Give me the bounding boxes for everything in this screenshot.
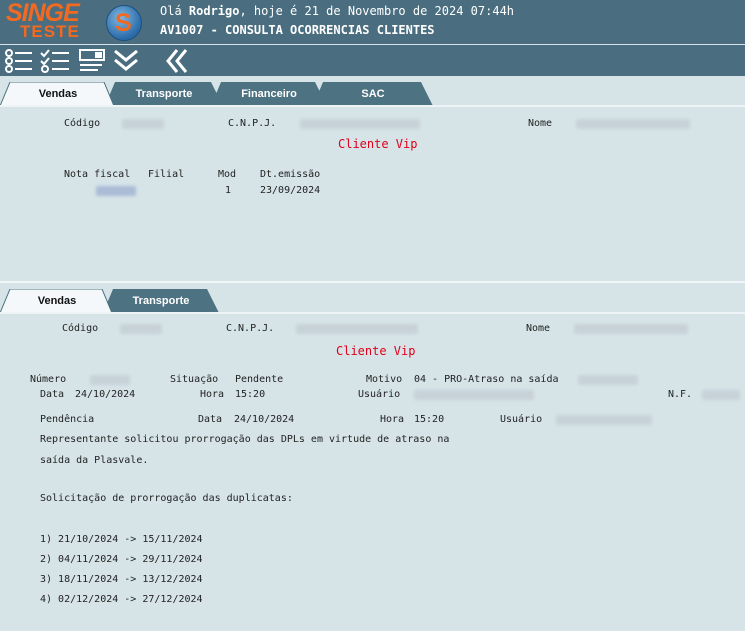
- greeting-user: Rodrigo: [188, 4, 240, 18]
- greeting-prefix: Olá: [160, 4, 189, 18]
- nome-value-redacted: [576, 119, 690, 129]
- nota-fiscal-header: Nota fiscal: [64, 169, 131, 180]
- tab-vendas-label: Vendas: [38, 88, 78, 100]
- pendencia-text-line: saída da Plasvale.: [40, 455, 149, 466]
- situacao-label: Situação: [170, 374, 219, 385]
- tab-vendas-bottom[interactable]: Vendas: [0, 289, 114, 313]
- dt-emissao-value: 23/09/2024: [260, 185, 321, 196]
- motivo-label: Motivo: [366, 374, 403, 385]
- codigo-value-redacted: [122, 119, 164, 129]
- top-tab-bar: SAC Financeiro Transporte Vendas: [0, 82, 745, 106]
- tab-transporte[interactable]: Transporte: [105, 82, 223, 106]
- codigo-value-bottom-redacted: [120, 324, 162, 334]
- numero-label: Número: [30, 374, 67, 385]
- logo-mark-icon: S: [106, 5, 142, 41]
- double-chevron-left-icon[interactable]: [163, 48, 193, 74]
- pendencia-usuario-value-redacted: [556, 415, 652, 425]
- tab-financeiro[interactable]: Financeiro: [211, 82, 327, 106]
- data-label: Data: [40, 389, 65, 400]
- motivo-value: 04 - PRO-Atraso na saída: [414, 374, 559, 385]
- app-header: SINGE TESTE S Olá Rodrigo, hoje é 21 de …: [0, 0, 745, 44]
- panel-separator: [0, 281, 745, 283]
- bottom-panel-border: [0, 312, 745, 314]
- dt-emissao-header: Dt.emissão: [260, 169, 321, 180]
- pendencia-hora-label: Hora: [380, 414, 405, 425]
- pendencia-hora-value: 15:20: [414, 414, 445, 425]
- top-panel-border: [0, 105, 745, 107]
- pendencia-text-line: 2) 04/11/2024 -> 29/11/2024: [40, 554, 203, 565]
- usuario-label: Usuário: [358, 389, 401, 400]
- tab-financeiro-label: Financeiro: [241, 88, 297, 100]
- pendencia-data-label: Data: [198, 414, 223, 425]
- greeting: Olá Rodrigo, hoje é 21 de Novembro de 20…: [160, 4, 514, 18]
- greeting-date: , hoje é 21 de Novembro de 2024 07:44h: [239, 4, 515, 18]
- mod-header: Mod: [218, 169, 237, 180]
- tab-sac-label: SAC: [361, 88, 385, 100]
- nome-label: Nome: [528, 118, 553, 129]
- numero-value-redacted: [90, 375, 130, 385]
- situacao-value: Pendente: [235, 374, 284, 385]
- double-chevron-down-icon[interactable]: [112, 48, 142, 74]
- mod-value: 1: [225, 185, 232, 196]
- tab-transporte-bottom[interactable]: Transporte: [103, 289, 219, 313]
- logo-subtitle: TESTE: [20, 22, 80, 41]
- pendencia-text-line: 3) 18/11/2024 -> 13/12/2024: [40, 574, 203, 585]
- pendencia-usuario-label: Usuário: [500, 414, 543, 425]
- nome-value-bottom-redacted: [574, 324, 688, 334]
- pendencia-text-line: 1) 21/10/2024 -> 15/11/2024: [40, 534, 203, 545]
- screen-title: AV1007 - CONSULTA OCORRENCIAS CLIENTES: [160, 23, 435, 37]
- tab-sac[interactable]: SAC: [313, 82, 433, 106]
- usuario-value-redacted: [414, 390, 534, 400]
- tab-transporte-label: Transporte: [135, 88, 193, 100]
- tab-transporte-bottom-label: Transporte: [132, 295, 190, 307]
- pendencia-text-line: Solicitação de prorrogação das duplicata…: [40, 493, 293, 504]
- logo-mark-letter: S: [115, 9, 132, 37]
- nf-value-redacted: [702, 390, 740, 400]
- filial-header: Filial: [148, 169, 185, 180]
- cliente-vip-label-bottom: Cliente Vip: [336, 344, 416, 358]
- tab-vendas-bottom-label: Vendas: [37, 295, 77, 307]
- pendencia-data-value: 24/10/2024: [234, 414, 295, 425]
- pendencia-text-line: 4) 02/12/2024 -> 27/12/2024: [40, 594, 203, 605]
- data-value: 24/10/2024: [75, 389, 136, 400]
- cnpj-label-bottom: C.N.P.J.: [226, 323, 275, 334]
- list-check-alt-icon[interactable]: [40, 48, 70, 74]
- nota-fiscal-link-redacted[interactable]: [96, 186, 136, 196]
- list-check-icon[interactable]: [4, 48, 34, 74]
- cliente-vip-label: Cliente Vip: [338, 137, 418, 151]
- cnpj-value-bottom-redacted: [296, 324, 418, 334]
- pendencia-text-line: Representante solicitou prorrogação das …: [40, 434, 450, 445]
- pendencia-label: Pendência: [40, 414, 95, 425]
- monitor-list-icon[interactable]: [78, 48, 108, 74]
- bottom-tab-bar: Transporte Vendas: [0, 289, 745, 313]
- tab-vendas[interactable]: Vendas: [0, 82, 116, 106]
- nf-label: N.F.: [668, 389, 693, 400]
- hora-value: 15:20: [235, 389, 266, 400]
- nome-label-bottom: Nome: [526, 323, 551, 334]
- hora-label: Hora: [200, 389, 225, 400]
- toolbar: [0, 45, 745, 76]
- codigo-label: Código: [64, 118, 101, 129]
- cnpj-label: C.N.P.J.: [228, 118, 277, 129]
- cnpj-value-redacted: [300, 119, 420, 129]
- motivo-extra-redacted: [578, 375, 638, 385]
- codigo-label-bottom: Código: [62, 323, 99, 334]
